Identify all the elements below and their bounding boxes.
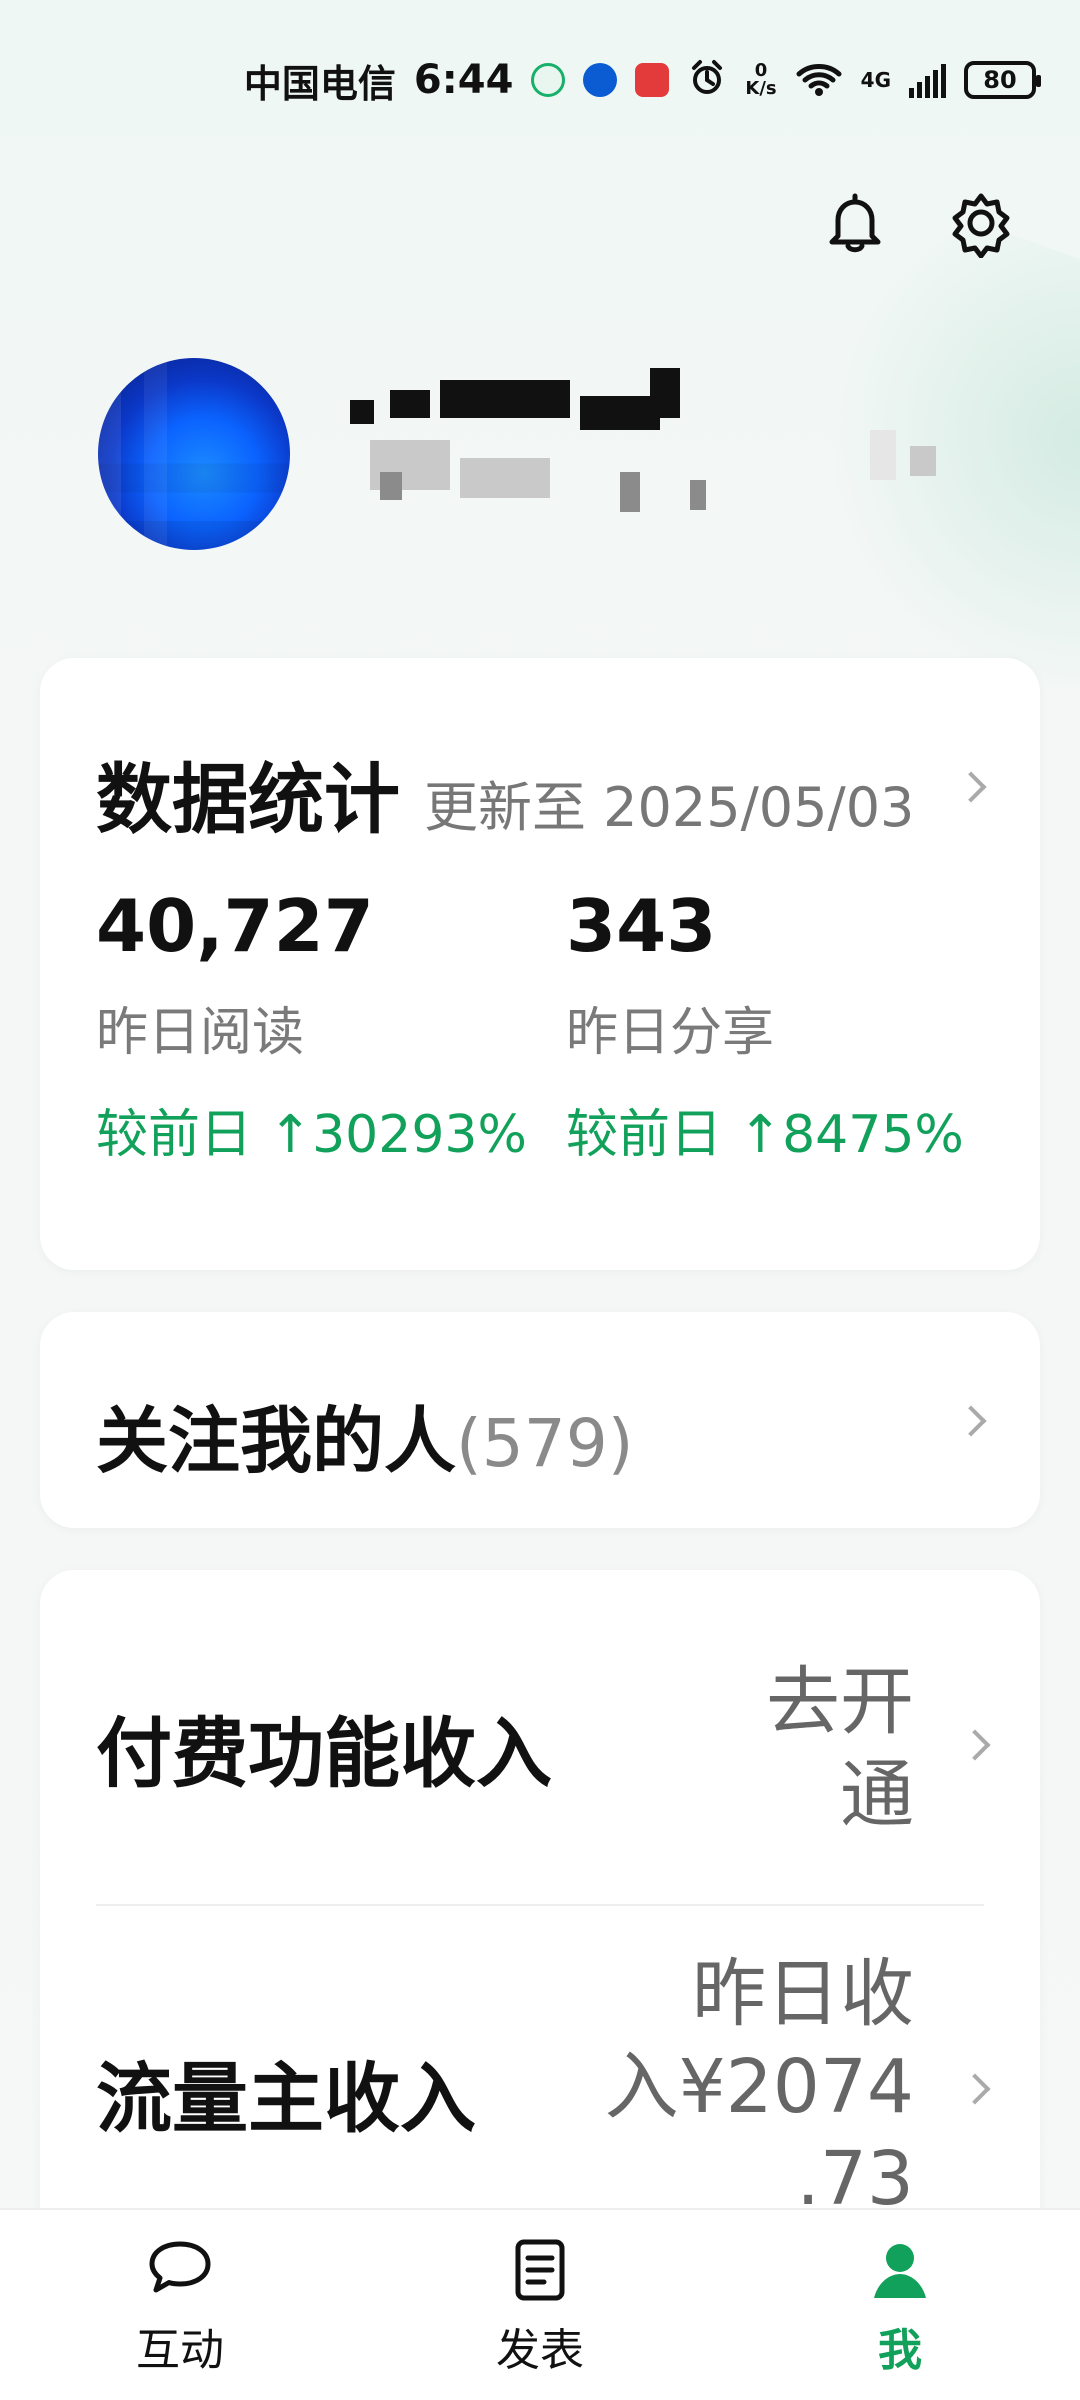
chevron-right-icon (959, 2073, 991, 2105)
blur-block (440, 380, 570, 418)
chevron-right-icon (955, 771, 987, 803)
document-icon (502, 2232, 578, 2308)
alarm-icon (687, 58, 727, 102)
paid-income-value-line1: 去开 (766, 1659, 914, 1745)
blur-block (650, 368, 680, 418)
battery-icon: 80 (964, 61, 1041, 99)
net-speed: 0 K/s (745, 62, 776, 98)
traffic-income-value-line1: 昨日收 (692, 1951, 914, 2037)
blur-block (870, 430, 896, 480)
nav-label: 发表 (496, 2325, 584, 2376)
settings-icon[interactable] (946, 188, 1016, 258)
data-statistics-card[interactable]: 数据统计 更新至 2025/05/03 40,727 昨日阅读 较前日 ↑302… (40, 658, 1040, 1270)
stats-title: 数据统计 (96, 755, 400, 844)
stats-updated: 更新至 2025/05/03 (424, 776, 915, 839)
stat-label: 昨日分享 (566, 1003, 775, 1063)
nav-item-me[interactable]: 我 (780, 2232, 1020, 2378)
chat-bubble-icon (142, 2232, 218, 2308)
blur-block (910, 446, 936, 476)
followers-count: (579) (456, 1405, 634, 1482)
blur-block (620, 472, 640, 512)
battery-level: 80 (983, 66, 1017, 94)
blur-block (350, 400, 374, 424)
chevron-right-icon (959, 1729, 991, 1761)
time-text: 6:44 (413, 57, 514, 103)
app-notification-icon (531, 63, 566, 97)
blur-block (380, 472, 402, 500)
status-bar: 中国电信 6:44 0 K/s 4G 80 (0, 40, 1080, 120)
stat-shares: 343 昨日分享 较前日 ↑8475% (566, 884, 964, 1167)
stat-change: 较前日 ↑30293% (96, 1105, 527, 1166)
stat-value: 343 (566, 884, 717, 968)
nav-item-publish[interactable]: 发表 (420, 2232, 660, 2378)
traffic-income-value: 昨日收 入¥2074 .73 (605, 1948, 914, 2226)
income-card: 付费功能收入 去开 通 流量主收入 昨日收 入¥2074 .73 (40, 1570, 1040, 2310)
avatar[interactable] (98, 358, 290, 550)
app-notification-icon-blue (583, 63, 618, 97)
wifi-icon (795, 62, 843, 98)
signal-icon (909, 62, 946, 98)
followers-row: 关注我的人 (579) (96, 1382, 634, 1487)
app-notification-icon-red (635, 63, 670, 97)
net-speed-unit: K/s (745, 78, 777, 99)
user-icon (862, 2232, 938, 2308)
carrier-text: 中国电信 (243, 61, 396, 106)
bottom-navigation: 互动 发表 我 (0, 2208, 1080, 2400)
paid-income-value-line2: 通 (840, 1751, 914, 1838)
profile-name-blurred (350, 368, 970, 570)
blur-block (580, 396, 660, 430)
chevron-right-icon (955, 1405, 987, 1437)
stat-value: 40,727 (96, 884, 374, 968)
paid-income-row[interactable]: 付费功能收入 去开 通 (96, 1622, 991, 1872)
blur-block (690, 480, 706, 510)
paid-income-title: 付费功能收入 (96, 1709, 552, 1798)
stat-reads: 40,727 昨日阅读 较前日 ↑30293% (96, 884, 527, 1167)
nav-label: 互动 (136, 2325, 224, 2376)
paid-income-value: 去开 通 (766, 1656, 914, 1841)
stat-label: 昨日阅读 (96, 1003, 305, 1063)
blur-block (460, 458, 550, 498)
nav-item-interact[interactable]: 互动 (60, 2232, 300, 2378)
blur-block (390, 390, 430, 418)
traffic-income-value-line2: 入¥2074 (604, 2043, 914, 2130)
traffic-income-row[interactable]: 流量主收入 昨日收 入¥2074 .73 (96, 1942, 991, 2242)
traffic-income-title: 流量主收入 (96, 2054, 476, 2143)
network-type: 4G (860, 68, 891, 92)
bell-icon[interactable] (820, 188, 890, 258)
followers-card[interactable]: 关注我的人 (579) (40, 1312, 1040, 1528)
header-actions (820, 188, 1016, 258)
stats-header: 数据统计 更新至 2025/05/03 (96, 738, 914, 848)
nav-label: 我 (878, 2325, 922, 2376)
stats-columns: 40,727 昨日阅读 较前日 ↑30293% 343 昨日分享 较前日 ↑84… (96, 884, 964, 1167)
followers-title: 关注我的人 (96, 1399, 457, 1483)
divider (96, 1904, 984, 1906)
stat-change: 较前日 ↑8475% (566, 1105, 964, 1166)
